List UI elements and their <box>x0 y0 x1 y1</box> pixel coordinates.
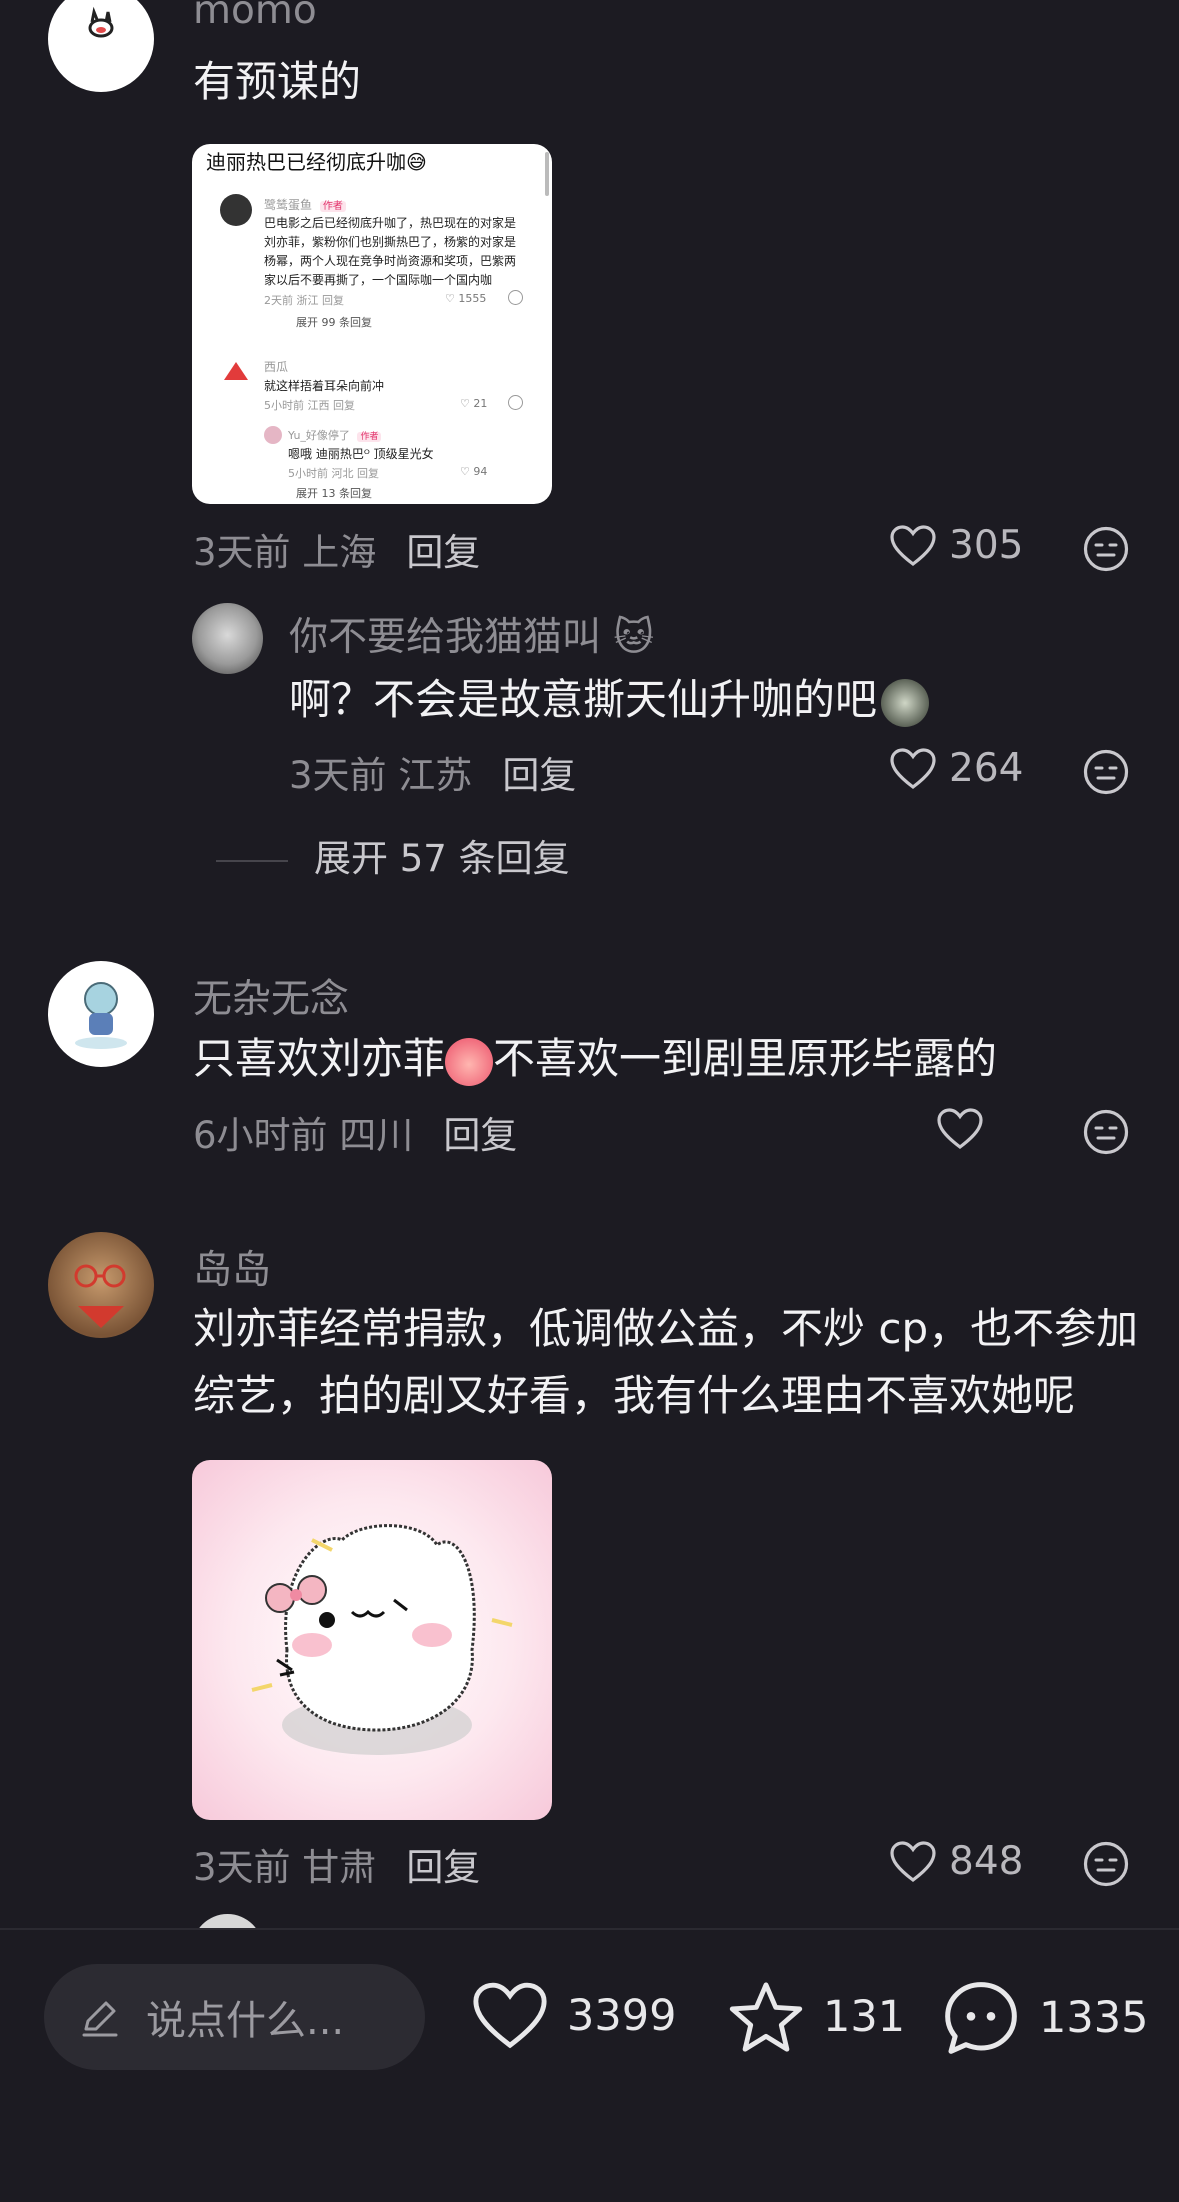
comment-image-screenshot[interactable]: 迪丽热巴已经彻底升咖😅 鹭鸶蛋鱼 作者 巴电影之后已经彻底升咖了，热巴现在的对家… <box>192 144 552 504</box>
username-wuza[interactable]: 无杂无念 <box>193 968 349 1024</box>
post-comment-button[interactable]: 1335 <box>941 1978 1148 2058</box>
image-c2-meta: 5小时前 江西 回复 <box>264 399 355 412</box>
comment-text-daodao-line1: 刘亦菲经常捐款，低调做公益，不炒 cp，也不参加 <box>193 1304 1139 1353</box>
neutral-face-icon[interactable] <box>1083 526 1129 572</box>
image-avatar-3 <box>264 426 282 444</box>
comment-meta-daodao: 3天前 甘肃 回复 <box>193 1837 480 1891</box>
avatar-momo[interactable] <box>48 0 154 92</box>
like-button-cat[interactable]: 264 <box>889 746 1023 791</box>
like-button-wuza[interactable] <box>936 1107 996 1151</box>
post-favorite-count: 131 <box>823 1992 906 2042</box>
neutral-face-icon[interactable] <box>1083 1109 1129 1155</box>
post-like-button[interactable]: 3399 <box>471 1980 676 2052</box>
like-count: 264 <box>949 746 1024 791</box>
reply-button[interactable]: 回复 <box>406 531 480 574</box>
comment-text-cat: 啊？不会是故意撕天仙升咖的吧 <box>289 666 930 734</box>
image-c3-tag: 作者 <box>357 432 382 442</box>
image-c3-name: Yu_好像停了 <box>288 429 350 442</box>
username-cat[interactable]: 你不要给我猫猫叫 🐱 <box>289 606 654 662</box>
heart-outline-icon <box>937 1108 983 1150</box>
post-favorite-button[interactable]: 131 <box>727 1980 905 2054</box>
sticker-emoji-blush <box>445 1037 494 1086</box>
image-c1-meta: 2天前 浙江 回复 <box>264 294 344 307</box>
like-count: 848 <box>949 1839 1024 1884</box>
image-c1-expand: 展开 99 条回复 <box>296 316 372 329</box>
like-count: 305 <box>949 523 1024 568</box>
neutral-face-icon[interactable] <box>1083 749 1129 795</box>
heart-outline-icon <box>473 1982 547 2049</box>
reply-button[interactable]: 回复 <box>406 1846 480 1889</box>
comment-meta-momo: 3天前 上海 回复 <box>193 522 480 576</box>
avatar-cat[interactable] <box>192 603 263 674</box>
image-c3-text: 嗯哦 迪丽热巴ᴼ 顶级星光女 <box>288 447 434 461</box>
comment-image-sticker[interactable] <box>192 1460 552 1820</box>
comment-text-wuza: 只喜欢刘亦菲 不喜欢一到剧里原形毕露的 <box>193 1025 997 1093</box>
image-c2-text: 就这样捂着耳朵向前冲 <box>264 379 385 393</box>
image-c1-name: 鹭鸶蛋鱼 <box>264 198 313 212</box>
reply-button[interactable]: 回复 <box>502 754 576 797</box>
username-momo[interactable]: momo <box>193 0 317 33</box>
timestamp-location: 3天前 江苏 <box>289 754 473 797</box>
timestamp-location: 6小时前 四川 <box>193 1114 414 1157</box>
image-c1-line2: 刘亦菲，紫粉你们也别撕热巴了，杨紫的对家是 <box>264 235 517 249</box>
neutral-face-icon[interactable] <box>1083 1841 1129 1887</box>
timestamp-location: 3天前 上海 <box>193 531 377 574</box>
pencil-icon <box>82 2001 118 2037</box>
reply-button[interactable]: 回复 <box>443 1114 517 1157</box>
expand-replies-button[interactable]: 展开 57 条回复 <box>216 828 570 882</box>
image-c2-likes: 21 <box>473 397 488 410</box>
timestamp-location: 3天前 甘肃 <box>193 1846 377 1889</box>
username-daodao[interactable]: 岛岛 <box>193 1239 271 1295</box>
image-c3-meta: 5小时前 河北 回复 <box>288 467 379 480</box>
comment-input-placeholder: 说点什么... <box>146 1998 345 2044</box>
post-like-count: 3399 <box>567 1991 677 2041</box>
heart-outline-icon <box>890 747 936 789</box>
image-c1-line3: 杨幂，两个人现在竞争时尚资源和奖项，巴紫两 <box>264 254 517 268</box>
image-c1-line4: 家以后不要再撕了，一个国际咖一个国内咖 <box>264 273 493 287</box>
image-c3-expand: 展开 13 条回复 <box>296 487 372 500</box>
like-button-daodao[interactable]: 848 <box>889 1839 1023 1884</box>
image-c2-name: 西瓜 <box>264 360 289 374</box>
sticker-emoji-cat <box>881 678 930 727</box>
star-outline-icon <box>729 1982 803 2052</box>
image-avatar-1 <box>220 194 252 226</box>
image-c1-line1: 巴电影之后已经彻底升咖了，热巴现在的对家是 <box>264 216 517 230</box>
avatar-wuza[interactable] <box>48 961 154 1067</box>
chat-bubble-icon <box>945 1982 1017 2054</box>
comment-text-daodao-line2: 综艺，拍的剧又好看，我有什么理由不喜欢她呢 <box>193 1371 1076 1420</box>
heart-outline-icon <box>890 524 936 566</box>
comment-text-momo: 有预谋的 <box>193 57 362 106</box>
image-watermelon-avatar <box>224 362 248 380</box>
comment-input[interactable]: 说点什么... <box>44 1964 425 2070</box>
comment-meta-wuza: 6小时前 四川 回复 <box>193 1105 517 1159</box>
like-button-momo[interactable]: 305 <box>889 523 1023 568</box>
image-c1-likes: 1555 <box>458 292 487 305</box>
comment-meta-cat: 3天前 江苏 回复 <box>289 745 576 799</box>
image-c1-tag: 作者 <box>319 201 346 212</box>
image-c3-likes: 94 <box>473 465 488 478</box>
heart-outline-icon <box>890 1840 936 1882</box>
image-title: 迪丽热巴已经彻底升咖😅 <box>206 150 427 174</box>
post-comment-count: 1335 <box>1039 1993 1149 2043</box>
avatar-daodao[interactable] <box>48 1232 154 1338</box>
bottom-action-bar: 说点什么... 3399 131 1335 <box>0 1928 1179 2202</box>
